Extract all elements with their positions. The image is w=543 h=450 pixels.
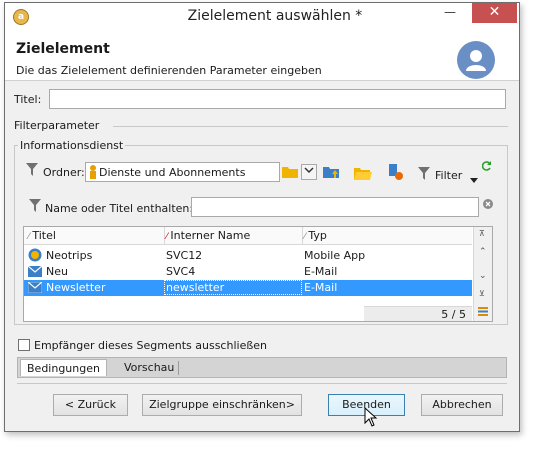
header-title: Zielelement bbox=[16, 41, 110, 57]
cell-type: E-Mail bbox=[304, 265, 338, 278]
folder-field[interactable]: Dienste und Abonnements bbox=[85, 162, 280, 182]
section-divider bbox=[113, 126, 508, 127]
exclude-checkbox-label: Empfänger dieses Segments ausschließen bbox=[34, 339, 268, 352]
cell-type: E-Mail bbox=[304, 281, 338, 294]
user-avatar-icon bbox=[457, 41, 495, 79]
tab-bar: Bedingungen Vorschau bbox=[17, 357, 507, 378]
clear-filter-icon[interactable] bbox=[483, 199, 493, 212]
filter-button[interactable]: Filter bbox=[435, 169, 462, 182]
folder-label: Ordner: bbox=[43, 166, 85, 179]
cell-internal-name: newsletter bbox=[166, 281, 225, 294]
cell-internal-name: SVC4 bbox=[166, 265, 196, 278]
grid-scrollbar[interactable]: ⊼ ⌃ ⌄ ⊻ bbox=[473, 227, 492, 321]
grid-status-bar: 5 / 5 bbox=[364, 306, 472, 321]
name-filter-input[interactable] bbox=[191, 197, 479, 217]
mouse-cursor-icon bbox=[364, 406, 378, 430]
scroll-top-icon[interactable]: ⊼ bbox=[479, 229, 485, 238]
footer-divider bbox=[17, 383, 507, 384]
back-button[interactable]: < Zurück bbox=[53, 394, 128, 416]
dialog-window: a Zielelement auswählen * — ✕ Zielelemen… bbox=[4, 2, 520, 432]
column-header-type[interactable]: ⁄ Typ bbox=[304, 229, 327, 242]
title-label: Titel: bbox=[14, 93, 42, 106]
cell-internal-name: SVC12 bbox=[166, 249, 203, 262]
table-row-selected[interactable]: Newsletter newsletter E-Mail bbox=[24, 280, 472, 296]
scroll-down-icon[interactable]: ⌄ bbox=[479, 271, 487, 281]
scroll-bottom-icon[interactable]: ⊻ bbox=[479, 289, 485, 298]
column-header-title[interactable]: ⁄ Titel bbox=[28, 229, 56, 242]
column-chooser-icon[interactable] bbox=[478, 306, 488, 319]
tab-preview[interactable]: Vorschau bbox=[118, 359, 180, 376]
filter-funnel-icon bbox=[26, 163, 38, 179]
exclude-checkbox[interactable] bbox=[18, 339, 30, 351]
folder-person-icon bbox=[89, 165, 97, 179]
grid-header: ⁄ Titel ⁄ Interner Name ⁄ Typ bbox=[24, 227, 472, 245]
record-count: 5 / 5 bbox=[441, 308, 466, 321]
restrict-target-button[interactable]: Zielgruppe einschränken> bbox=[142, 394, 302, 416]
open-folder-icon[interactable] bbox=[354, 166, 372, 183]
refresh-icon[interactable] bbox=[481, 161, 492, 174]
header-subtitle: Die das Zielelement definierenden Parame… bbox=[16, 64, 322, 77]
filter-icon[interactable] bbox=[418, 167, 430, 183]
table-row[interactable]: Neotrips SVC12 Mobile App bbox=[24, 248, 472, 264]
folder-up-icon[interactable] bbox=[323, 164, 341, 183]
minimize-button[interactable]: — bbox=[435, 5, 465, 21]
folder-settings-icon[interactable] bbox=[387, 164, 405, 185]
title-input[interactable] bbox=[49, 89, 506, 109]
name-filter-label: Name oder Titel enthalten: bbox=[45, 202, 194, 215]
app-icon: a bbox=[13, 9, 29, 25]
close-button[interactable]: ✕ bbox=[472, 3, 517, 23]
cancel-button[interactable]: Abbrechen bbox=[421, 394, 503, 416]
cell-title: Newsletter bbox=[46, 281, 106, 294]
cell-title: Neu bbox=[46, 265, 68, 278]
folder-value: Dienste und Abonnements bbox=[99, 166, 246, 179]
filter-section-label: Filterparameter bbox=[14, 119, 100, 132]
mobile-app-icon bbox=[28, 248, 42, 265]
window-title: Zielelement auswählen * bbox=[187, 8, 363, 24]
table-row[interactable]: Neu SVC4 E-Mail bbox=[24, 264, 472, 280]
title-bar: a Zielelement auswählen * — ✕ bbox=[5, 3, 519, 31]
email-icon bbox=[27, 265, 43, 280]
email-icon bbox=[27, 281, 43, 296]
info-group-label: Informationsdienst bbox=[18, 139, 126, 152]
header-panel: Zielelement Die das Zielelement definier… bbox=[5, 31, 519, 81]
name-filter-funnel-icon bbox=[29, 199, 41, 215]
tab-conditions[interactable]: Bedingungen bbox=[20, 359, 107, 376]
results-grid[interactable]: ⁄ Titel ⁄ Interner Name ⁄ Typ Neotrips S… bbox=[23, 226, 493, 322]
folder-browse-icon[interactable] bbox=[282, 165, 298, 181]
scroll-up-icon[interactable]: ⌃ bbox=[479, 247, 487, 257]
cell-type: Mobile App bbox=[304, 249, 366, 262]
column-header-internal-name[interactable]: ⁄ Interner Name bbox=[166, 229, 250, 242]
chevron-down-icon bbox=[304, 167, 314, 174]
cell-title: Neotrips bbox=[46, 249, 93, 262]
folder-dropdown-button[interactable] bbox=[301, 164, 317, 180]
filter-dropdown-icon[interactable] bbox=[470, 173, 478, 186]
